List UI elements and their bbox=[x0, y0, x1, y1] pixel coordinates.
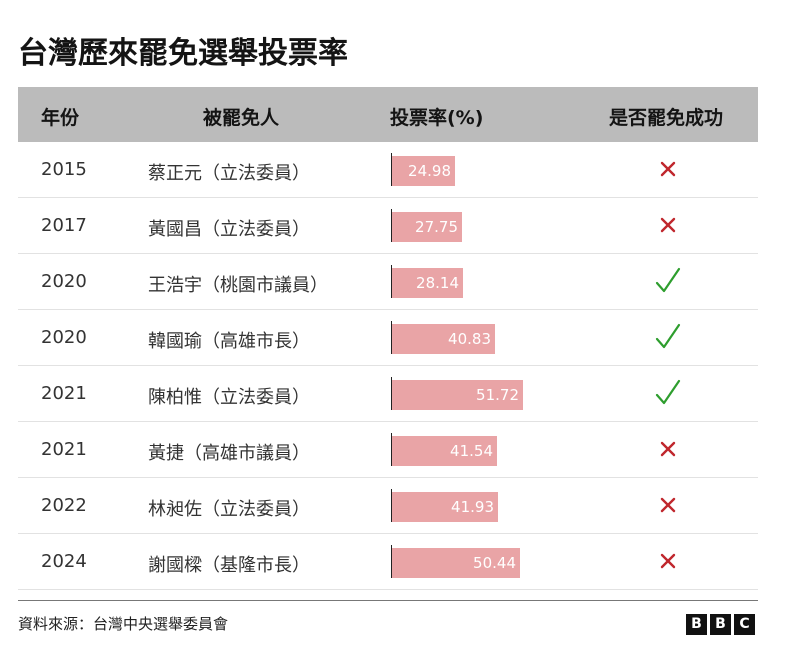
logo-letter: B bbox=[710, 614, 731, 635]
table-body: 2015 蔡正元（立法委員） 24.98 2017 黃國昌（立法委員） 27.75 2020… bbox=[18, 142, 758, 590]
header-turnout: 投票率(%) bbox=[390, 107, 484, 129]
turnout-label: 40.83 bbox=[448, 330, 491, 348]
logo-letter: B bbox=[686, 614, 707, 635]
table-row: 2020 韓國瑜（高雄市長） 40.83 bbox=[18, 310, 758, 366]
header-person: 被罷免人 bbox=[203, 107, 280, 129]
cross-icon bbox=[650, 490, 686, 520]
turnout-bar: 40.83 bbox=[392, 324, 495, 354]
footer-divider bbox=[18, 600, 758, 601]
turnout-bar: 50.44 bbox=[392, 548, 520, 578]
turnout-label: 50.44 bbox=[473, 554, 516, 572]
check-icon bbox=[650, 378, 686, 408]
year-cell: 2021 bbox=[41, 383, 87, 404]
table-row: 2024 謝國樑（基隆市長） 50.44 bbox=[18, 534, 758, 590]
person-cell: 林昶佐（立法委員） bbox=[148, 499, 310, 520]
cross-icon bbox=[650, 434, 686, 464]
person-cell: 王浩宇（桃園市議員） bbox=[148, 275, 328, 296]
turnout-bar: 24.98 bbox=[392, 156, 455, 186]
year-cell: 2015 bbox=[41, 159, 87, 180]
person-cell: 蔡正元（立法委員） bbox=[148, 163, 310, 184]
turnout-bar: 51.72 bbox=[392, 380, 523, 410]
year-cell: 2017 bbox=[41, 215, 87, 236]
page-title: 台灣歷來罷免選舉投票率 bbox=[18, 36, 348, 71]
header-result: 是否罷免成功 bbox=[609, 107, 724, 129]
table-row: 2017 黃國昌（立法委員） 27.75 bbox=[18, 198, 758, 254]
year-cell: 2022 bbox=[41, 495, 87, 516]
turnout-label: 41.93 bbox=[451, 498, 494, 516]
header-year: 年份 bbox=[41, 107, 80, 129]
cross-icon bbox=[650, 546, 686, 576]
turnout-bar: 41.54 bbox=[392, 436, 497, 466]
logo-letter: C bbox=[734, 614, 755, 635]
check-icon bbox=[650, 266, 686, 296]
table-header: 年份 被罷免人 投票率(%) 是否罷免成功 bbox=[18, 87, 758, 142]
turnout-bar: 27.75 bbox=[392, 212, 462, 242]
person-cell: 韓國瑜（高雄市長） bbox=[148, 331, 310, 352]
year-cell: 2021 bbox=[41, 439, 87, 460]
source-note: 資料來源：台灣中央選舉委員會 bbox=[18, 615, 229, 633]
bbc-logo: B B C bbox=[686, 614, 755, 635]
table-row: 2021 黃捷（高雄市議員） 41.54 bbox=[18, 422, 758, 478]
person-cell: 陳柏惟（立法委員） bbox=[148, 387, 310, 408]
turnout-bar: 28.14 bbox=[392, 268, 463, 298]
turnout-bar: 41.93 bbox=[392, 492, 498, 522]
person-cell: 黃國昌（立法委員） bbox=[148, 219, 310, 240]
table-row: 2020 王浩宇（桃園市議員） 28.14 bbox=[18, 254, 758, 310]
cross-icon bbox=[650, 210, 686, 240]
year-cell: 2020 bbox=[41, 327, 87, 348]
turnout-label: 28.14 bbox=[416, 274, 459, 292]
year-cell: 2020 bbox=[41, 271, 87, 292]
person-cell: 謝國樑（基隆市長） bbox=[148, 555, 310, 576]
cross-icon bbox=[650, 154, 686, 184]
person-cell: 黃捷（高雄市議員） bbox=[148, 443, 310, 464]
table-row: 2021 陳柏惟（立法委員） 51.72 bbox=[18, 366, 758, 422]
check-icon bbox=[650, 322, 686, 352]
turnout-label: 51.72 bbox=[476, 386, 519, 404]
turnout-label: 41.54 bbox=[450, 442, 493, 460]
turnout-label: 27.75 bbox=[415, 218, 458, 236]
table-row: 2015 蔡正元（立法委員） 24.98 bbox=[18, 142, 758, 198]
year-cell: 2024 bbox=[41, 551, 87, 572]
turnout-table: 年份 被罷免人 投票率(%) 是否罷免成功 2015 蔡正元（立法委員） 24.98… bbox=[18, 87, 758, 590]
turnout-label: 24.98 bbox=[408, 162, 451, 180]
table-row: 2022 林昶佐（立法委員） 41.93 bbox=[18, 478, 758, 534]
